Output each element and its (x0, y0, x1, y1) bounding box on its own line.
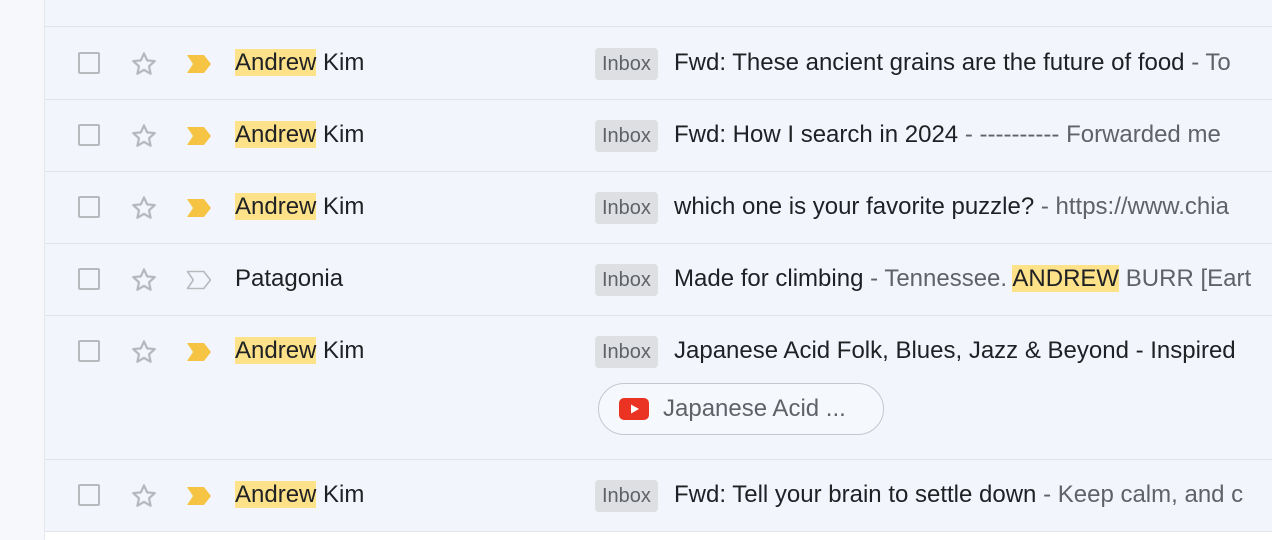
email-subject: Made for climbing - Tennessee. ANDREW BU… (674, 265, 1252, 292)
inbox-label-badge[interactable]: Inbox (595, 336, 658, 368)
star-icon[interactable] (129, 265, 159, 295)
email-subject: Fwd: Tell your brain to settle down - Ke… (674, 481, 1244, 508)
sender-name: Patagonia (235, 265, 344, 292)
email-snippet: - https://www.chia (1040, 193, 1229, 220)
sender-name: Andrew Kim (235, 121, 365, 148)
sender-name: Andrew Kim (235, 481, 365, 508)
email-subject: Japanese Acid Folk, Blues, Jazz & Beyond… (674, 337, 1236, 364)
youtube-icon (619, 398, 649, 420)
star-icon[interactable] (129, 193, 159, 223)
list-bottom-edge (45, 531, 1272, 540)
inbox-label-badge[interactable]: Inbox (595, 48, 658, 80)
email-list: Andrew Kim Inbox Fwd: These ancient grai… (44, 0, 1272, 540)
important-marker-icon[interactable] (186, 342, 212, 362)
important-marker-icon[interactable] (186, 486, 212, 506)
inbox-label-badge[interactable]: Inbox (595, 480, 658, 512)
star-icon[interactable] (129, 481, 159, 511)
select-checkbox[interactable] (78, 52, 100, 74)
important-marker-outline-icon[interactable] (186, 270, 212, 290)
important-marker-icon[interactable] (186, 198, 212, 218)
select-checkbox[interactable] (78, 268, 100, 290)
email-snippet: - Keep calm, and c (1043, 481, 1244, 508)
important-marker-icon[interactable] (186, 126, 212, 146)
email-row[interactable]: Patagonia Inbox Made for climbing - Tenn… (45, 244, 1272, 316)
email-row[interactable]: Andrew Kim Inbox Fwd: How I search in 20… (45, 100, 1272, 172)
email-subject: Fwd: How I search in 2024 - ---------- F… (674, 121, 1221, 148)
email-subject: which one is your favorite puzzle? - htt… (674, 193, 1229, 220)
select-checkbox[interactable] (78, 124, 100, 146)
email-snippet: - ---------- Forwarded me (964, 121, 1221, 148)
sender-name: Andrew Kim (235, 49, 365, 76)
email-row[interactable]: Andrew Kim Inbox Japanese Acid Folk, Blu… (45, 316, 1272, 460)
star-icon[interactable] (129, 337, 159, 367)
sender-name: Andrew Kim (235, 193, 365, 220)
sender-name: Andrew Kim (235, 337, 365, 364)
inbox-label-badge[interactable]: Inbox (595, 264, 658, 296)
email-row[interactable]: Andrew Kim Inbox Fwd: These ancient grai… (45, 27, 1272, 100)
important-marker-icon[interactable] (186, 54, 212, 74)
email-row[interactable]: Andrew Kim Inbox which one is your favor… (45, 172, 1272, 244)
attachment-chip[interactable]: Japanese Acid ... (598, 383, 884, 435)
select-checkbox[interactable] (78, 196, 100, 218)
email-snippet: - To (1191, 49, 1231, 76)
attachment-chip-label: Japanese Acid ... (663, 395, 846, 422)
select-checkbox[interactable] (78, 484, 100, 506)
select-checkbox[interactable] (78, 340, 100, 362)
star-icon[interactable] (129, 121, 159, 151)
left-gutter (0, 0, 44, 540)
star-icon[interactable] (129, 49, 159, 79)
inbox-label-badge[interactable]: Inbox (595, 192, 658, 224)
email-row[interactable]: Andrew Kim Inbox Fwd: Tell your brain to… (45, 460, 1272, 532)
email-subject: Fwd: These ancient grains are the future… (674, 49, 1231, 76)
inbox-label-badge[interactable]: Inbox (595, 120, 658, 152)
email-row-partial[interactable] (45, 0, 1272, 27)
email-snippet: - Tennessee. ANDREW BURR [Eart (870, 265, 1252, 292)
